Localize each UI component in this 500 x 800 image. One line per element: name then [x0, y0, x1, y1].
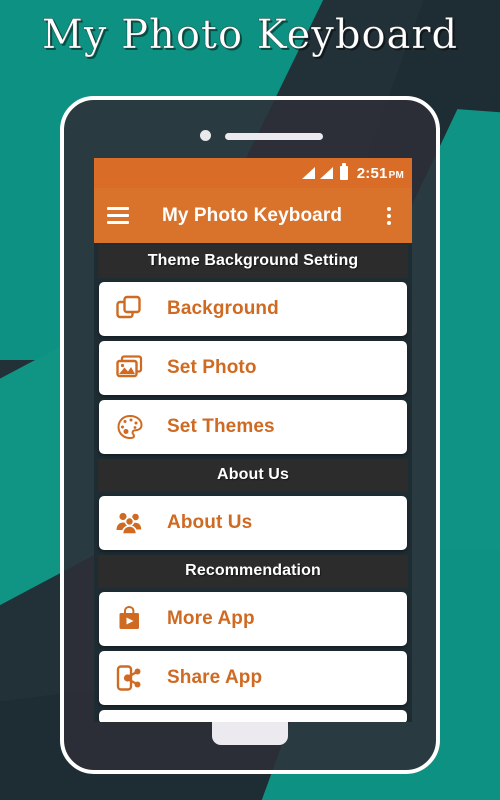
battery-icon: [339, 163, 348, 180]
section-header-theme-background-setting: Theme Background Setting: [98, 245, 408, 278]
list-item-partial-clipped[interactable]: [99, 710, 407, 722]
phone-screen: 2:51PM My Photo Keyboard Theme Backgroun…: [94, 158, 412, 722]
clock-ampm: PM: [388, 169, 404, 181]
overflow-dot: [387, 220, 391, 225]
palette-icon: [113, 412, 147, 442]
page-title: My Photo Keyboard: [41, 12, 459, 58]
list-item-about-us[interactable]: About Us: [99, 496, 407, 550]
overflow-dot: [387, 213, 391, 218]
clock-time: 2:51: [356, 164, 388, 182]
layered-squares-icon: [113, 294, 147, 324]
screenshot-stage: My Photo Keyboard 2:51PM My Photo Keyboa…: [0, 0, 500, 800]
overflow-menu-icon[interactable]: [379, 206, 399, 225]
list-item-label: Set Photo: [167, 357, 257, 378]
section-header-about-us: About Us: [98, 459, 408, 492]
photo-gallery-icon: [113, 353, 147, 383]
list-item-background[interactable]: Background: [99, 282, 407, 336]
people-group-icon: [113, 508, 147, 538]
list-item-label: Share App: [167, 667, 263, 688]
list-item-set-themes[interactable]: Set Themes: [99, 400, 407, 454]
list-item-more-app[interactable]: More App: [99, 592, 407, 646]
section-header-recommendation: Recommendation: [98, 555, 408, 588]
list-item-share-app[interactable]: Share App: [99, 651, 407, 705]
list-item-set-photo[interactable]: Set Photo: [99, 341, 407, 395]
camera-dot-icon: [200, 130, 211, 141]
signal-bars-icon: [319, 167, 333, 179]
overflow-dot: [387, 206, 391, 211]
settings-list: Theme Background Setting Background Set …: [94, 243, 412, 722]
list-item-label: Set Themes: [167, 416, 275, 437]
status-bar: 2:51PM: [94, 158, 412, 188]
app-toolbar: My Photo Keyboard: [94, 188, 412, 243]
list-item-label: About Us: [167, 512, 253, 533]
phone-device-frame: 2:51PM My Photo Keyboard Theme Backgroun…: [60, 96, 440, 774]
hero-title-container: My Photo Keyboard: [0, 12, 500, 58]
list-item-label: Background: [167, 298, 279, 319]
list-item-label: More App: [167, 608, 255, 629]
toolbar-title: My Photo Keyboard: [161, 204, 343, 226]
status-bar-clock: 2:51PM: [357, 165, 404, 182]
speaker-grille-icon: [225, 133, 323, 140]
share-app-icon: [113, 663, 147, 693]
shopping-bag-play-icon: [113, 604, 147, 634]
signal-bars-icon: [301, 167, 315, 179]
